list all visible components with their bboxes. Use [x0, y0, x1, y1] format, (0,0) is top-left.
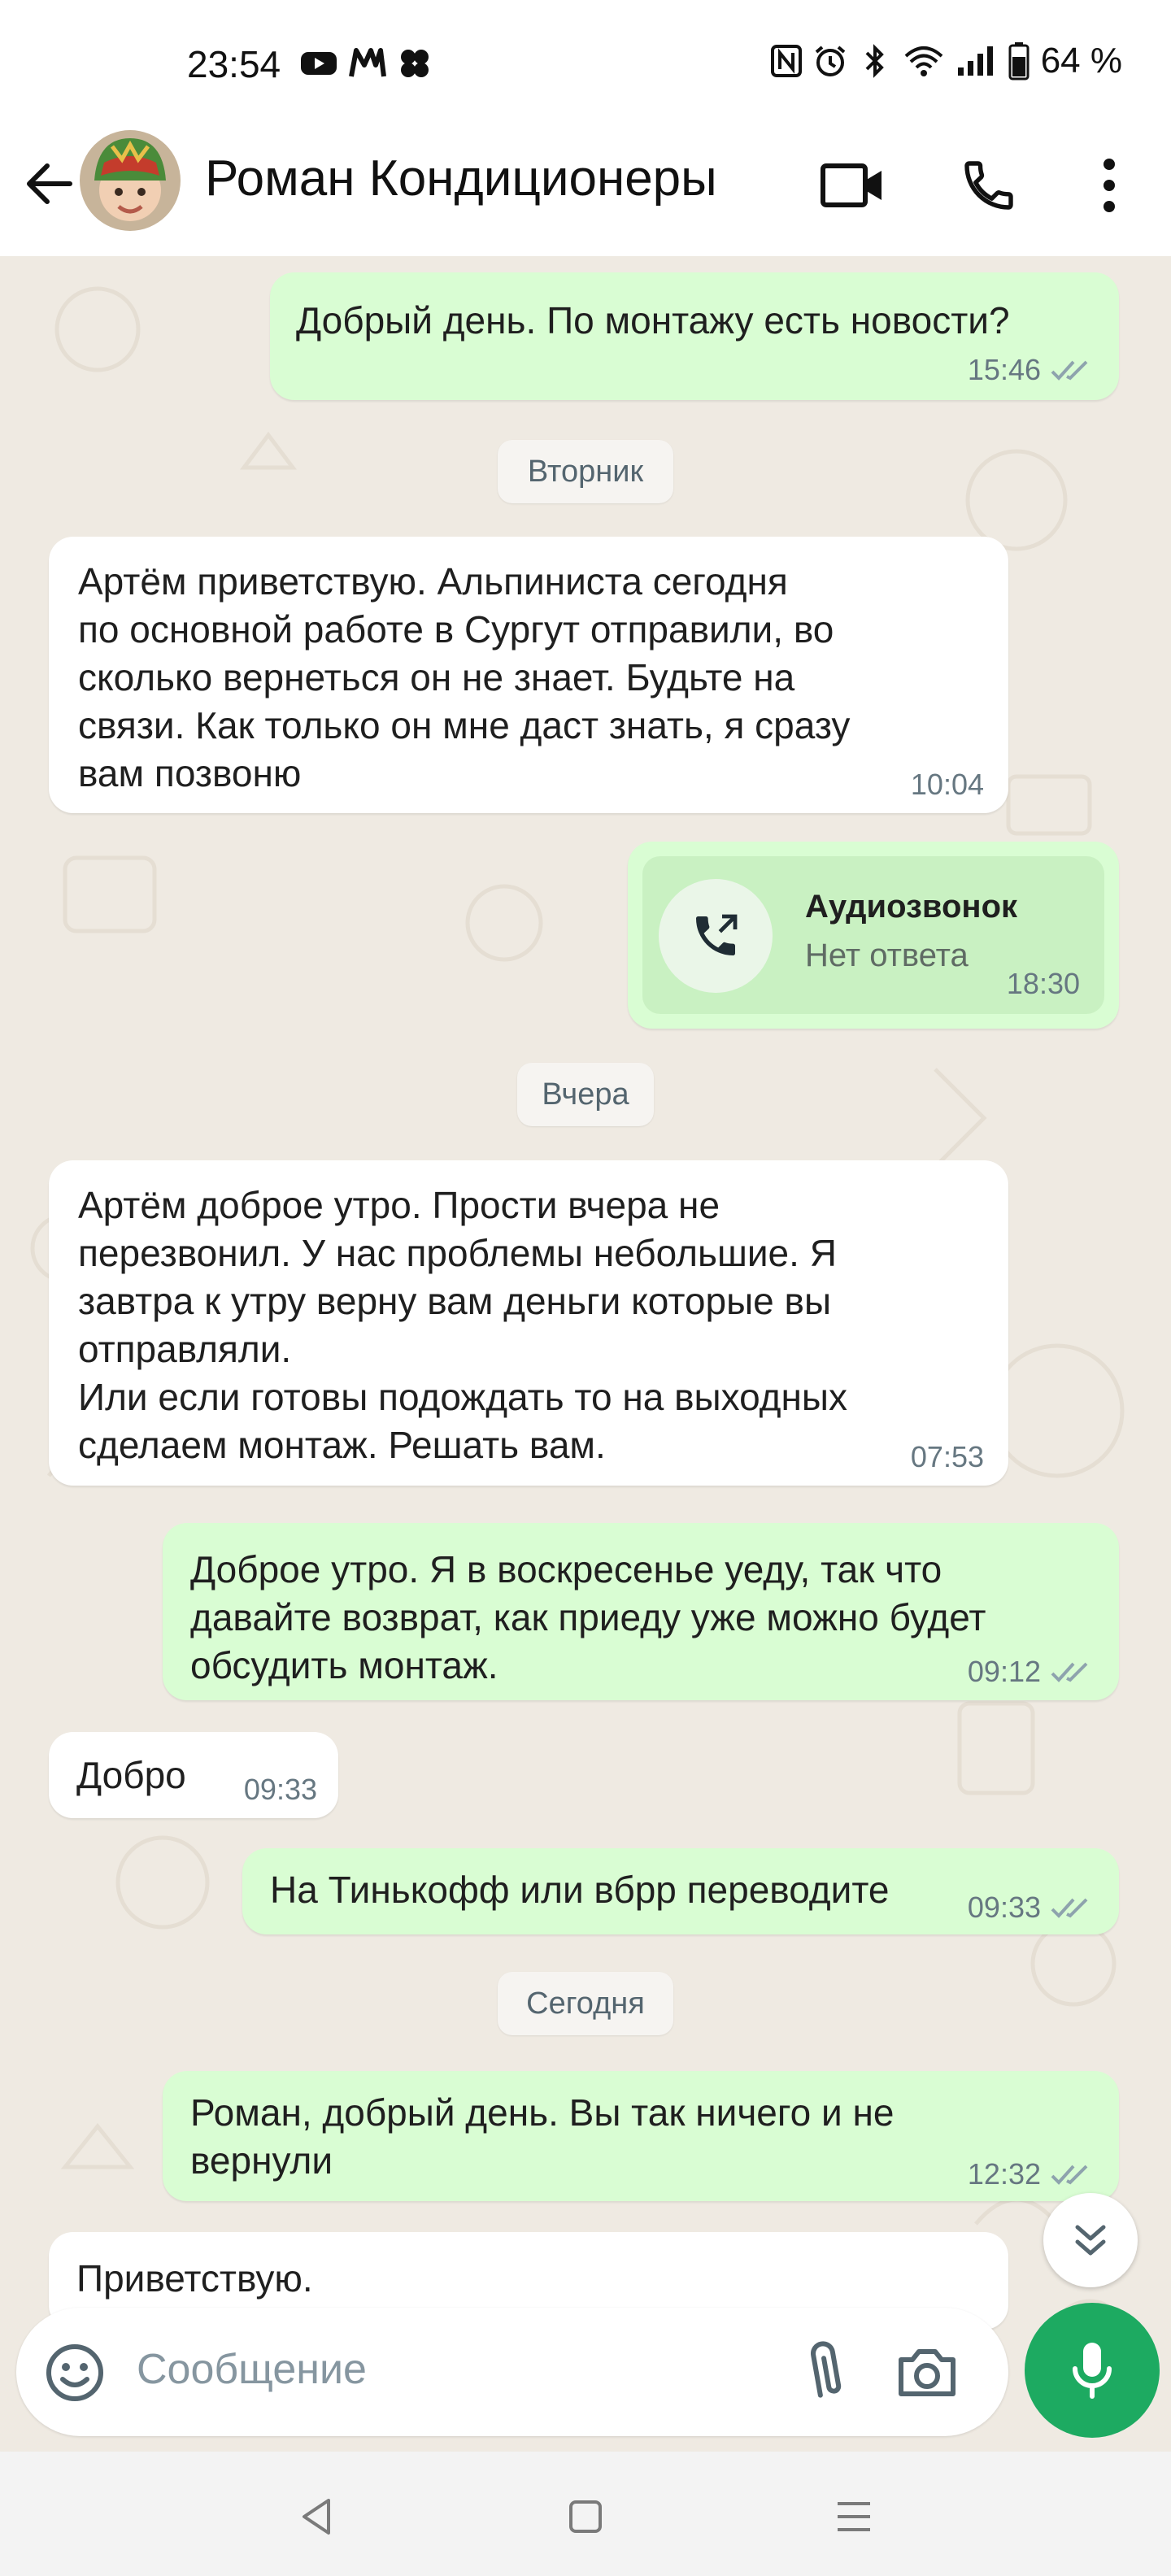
nav-home-icon — [569, 2500, 602, 2533]
avatar[interactable] — [80, 130, 181, 231]
phone-icon — [964, 161, 1013, 210]
message-bubble-outgoing[interactable]: Доброе утро. Я в воскресенье уеду, так ч… — [163, 1523, 1119, 1700]
message-meta: 12:32 — [968, 2157, 1095, 2191]
message-time: 12:32 — [967, 2157, 1041, 2191]
system-nav-bar — [0, 2452, 1171, 2576]
video-call-icon — [821, 163, 882, 207]
message-input-bar[interactable]: Сообщение — [16, 2308, 1008, 2436]
message-time: 09:12 — [967, 1655, 1041, 1688]
status-right: 64 % — [770, 41, 1122, 81]
chat-header: Роман Кондиционеры — [0, 122, 1171, 256]
message-text: Доброе утро. Я в воскресенье уеду, так ч… — [190, 1548, 986, 1686]
youtube-icon — [301, 52, 337, 75]
video-call-button[interactable] — [813, 146, 891, 224]
more-vert-icon — [1104, 159, 1115, 212]
voice-call-button[interactable] — [950, 146, 1028, 224]
camera-icon — [899, 2349, 956, 2396]
message-meta: 15:46 — [968, 353, 1095, 387]
double-chevron-down-icon — [1075, 2225, 1106, 2256]
more-options-button[interactable] — [1070, 146, 1148, 224]
status-app-icons — [299, 46, 433, 81]
message-bubble-incoming[interactable]: Артём приветствую. Альпиниста сегодня по… — [49, 537, 1008, 813]
nav-recents-icon — [838, 2502, 870, 2531]
date-separator: Вторник — [498, 440, 673, 503]
nfc-icon — [770, 45, 802, 77]
message-text: Артём приветствую. Альпиниста сегодня по… — [78, 560, 851, 794]
call-card[interactable]: Аудиозвонок Нет ответа 18:30 — [642, 856, 1104, 1014]
chat-area[interactable]: Добрый день. По монтажу есть новости? 15… — [0, 256, 1171, 2452]
nav-back-button[interactable] — [285, 2484, 350, 2549]
read-ticks-icon — [1051, 2165, 1088, 2185]
call-status: Нет ответа — [805, 938, 969, 973]
missed-call-icon-wrap — [659, 879, 773, 993]
wifi-icon — [904, 46, 943, 76]
message-text: Роман, добрый день. Вы так ничего и не в… — [190, 2091, 895, 2182]
contact-name[interactable]: Роман Кондиционеры — [205, 150, 717, 207]
message-meta: 18:30 — [1007, 967, 1080, 1001]
message-text: Добро — [76, 1754, 186, 1796]
message-bubble-outgoing[interactable]: Роман, добрый день. Вы так ничего и не в… — [163, 2071, 1119, 2201]
signal-icon — [957, 46, 993, 76]
outgoing-call-icon — [696, 914, 738, 955]
call-title: Аудиозвонок — [805, 889, 1018, 925]
message-time: 07:53 — [910, 1440, 984, 1473]
message-time: 09:33 — [243, 1773, 317, 1806]
message-text: Добрый день. По монтажу есть новости? — [296, 299, 1010, 342]
mic-icon — [1073, 2343, 1112, 2399]
mail-icon — [349, 48, 386, 77]
message-time: 18:30 — [1006, 967, 1080, 1000]
message-bubble-outgoing[interactable]: На Тинькофф или вбрр переводите 09:33 — [242, 1848, 1119, 1934]
status-time: 23:54 — [187, 43, 281, 85]
alarm-icon — [815, 46, 846, 76]
message-bubble-incoming[interactable]: Артём доброе утро. Прости вчера не перез… — [49, 1160, 1008, 1486]
message-bubble-outgoing[interactable]: Добрый день. По монтажу есть новости? 15… — [270, 272, 1119, 400]
read-ticks-icon — [1051, 360, 1088, 381]
message-text: Приветствую. — [76, 2257, 313, 2300]
message-meta: 07:53 — [911, 1440, 984, 1474]
scroll-to-bottom-button[interactable] — [1043, 2193, 1138, 2287]
message-bubble-incoming[interactable]: Добро 09:33 — [49, 1732, 338, 1818]
read-ticks-icon — [1051, 1898, 1088, 1918]
back-arrow-icon — [27, 163, 72, 204]
camera-button[interactable] — [893, 2339, 961, 2407]
bluetooth-icon — [865, 44, 884, 78]
message-text: На Тинькофф или вбрр переводите — [270, 1869, 890, 1911]
message-meta: 09:33 — [968, 1891, 1095, 1925]
nav-back-icon — [303, 2499, 330, 2535]
emoji-icon — [46, 2344, 103, 2401]
date-separator: Вчера — [517, 1063, 654, 1126]
message-time: 09:33 — [967, 1891, 1041, 1924]
voice-message-button[interactable] — [1025, 2303, 1160, 2438]
clover-icon — [401, 50, 429, 77]
status-bar: 23:54 64 % — [0, 0, 1171, 122]
message-time: 10:04 — [910, 768, 984, 801]
message-meta: 09:12 — [968, 1655, 1095, 1689]
battery-percent: 64 % — [1040, 41, 1122, 80]
nav-recents-button[interactable] — [821, 2484, 886, 2549]
message-meta: 09:33 — [244, 1773, 317, 1807]
message-text: Артём доброе утро. Прости вчера не перез… — [78, 1184, 847, 1466]
attach-button[interactable] — [794, 2337, 859, 2407]
back-button[interactable] — [18, 153, 80, 215]
call-bubble[interactable]: Аудиозвонок Нет ответа 18:30 — [628, 842, 1119, 1029]
message-input[interactable]: Сообщение — [137, 2345, 367, 2394]
nav-home-button[interactable] — [553, 2484, 618, 2549]
attach-icon — [811, 2341, 842, 2398]
read-ticks-icon — [1051, 1662, 1088, 1682]
emoji-button[interactable] — [42, 2340, 107, 2405]
date-separator: Сегодня — [498, 1972, 673, 2035]
message-meta: 10:04 — [911, 768, 984, 802]
message-time: 15:46 — [967, 353, 1041, 386]
battery-icon — [1008, 42, 1030, 80]
